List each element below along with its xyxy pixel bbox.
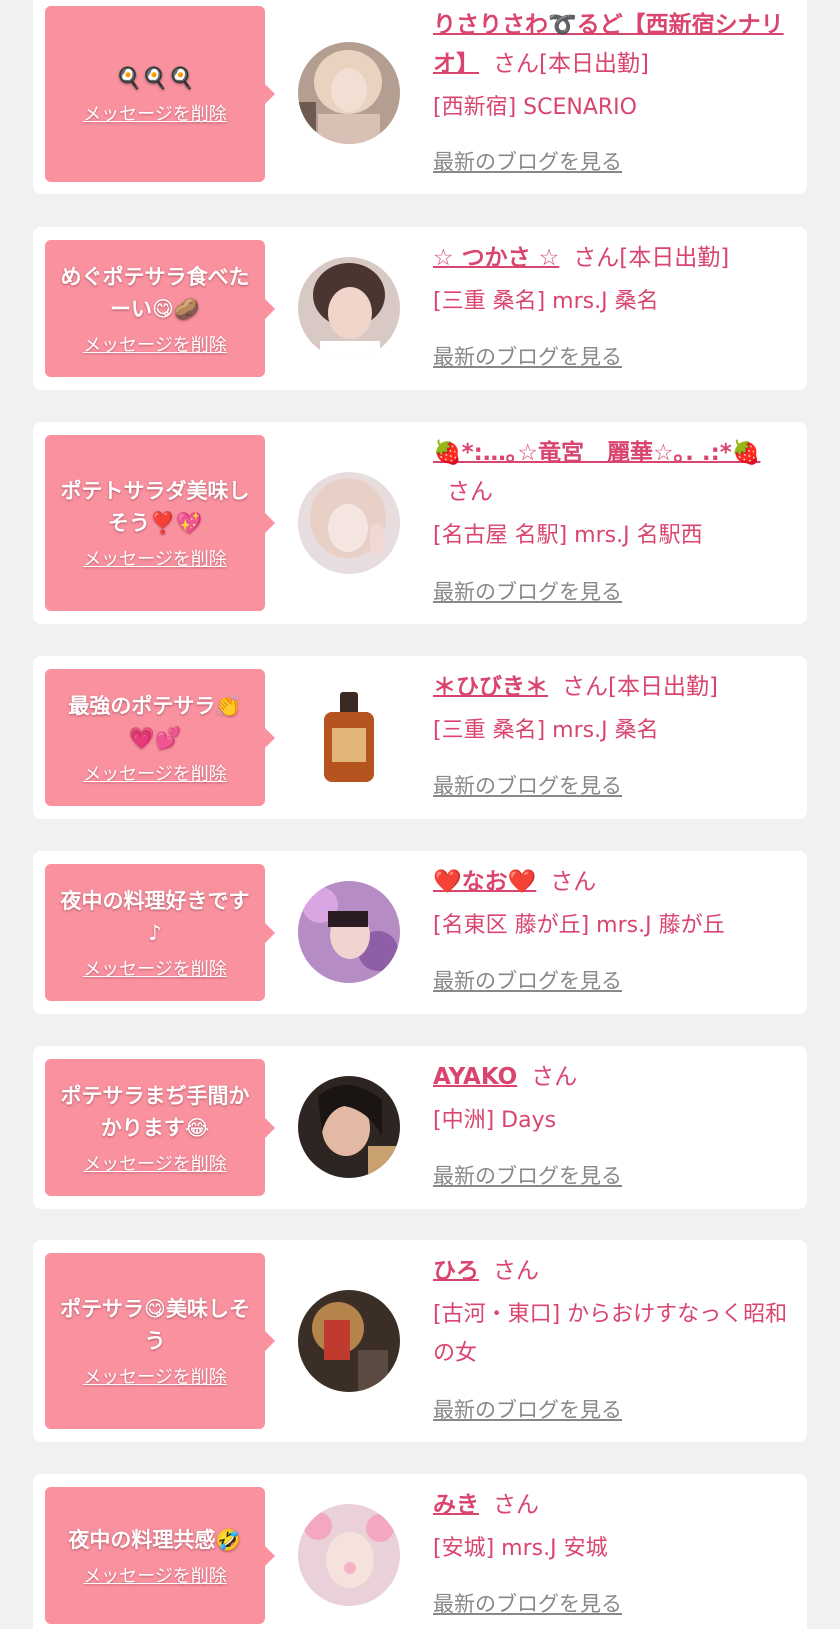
cast-name-link[interactable]: 🍓*:…｡☆竜宮 麗華☆｡. .:*🍓: [433, 440, 760, 466]
message-bubble: 最強のポテサラ👏💗💕 メッセージを削除: [45, 669, 275, 806]
cast-status: さん: [550, 869, 597, 895]
avatar-photo-peace-sign-woman-icon: [298, 472, 400, 574]
cast-info: ひろ さん [古河・東口] からおけすなっく昭和の女: [433, 1252, 795, 1373]
cast-status: さん[本日出勤]: [573, 245, 730, 271]
view-blog-link[interactable]: 最新のブログを見る: [433, 1162, 622, 1190]
cast-name-line: ひろ さん: [433, 1252, 795, 1291]
message-bubble: ポテサラ😋美味しそう メッセージを削除: [45, 1253, 275, 1429]
cast-name-link[interactable]: ❤️なお❤️: [433, 869, 536, 895]
cast-status: さん[本日出勤]: [493, 51, 649, 77]
avatar[interactable]: [298, 1504, 400, 1606]
shop-name: [西新宿] SCENARIO: [433, 95, 637, 120]
message-card: 夜中の料理好きです♪ メッセージを削除 ❤️なお❤️ さん [名東区 藤が丘] m…: [33, 851, 807, 1014]
message-bubble: 🍳🍳🍳 メッセージを削除: [45, 6, 275, 182]
avatar[interactable]: [298, 1076, 400, 1178]
view-blog-link[interactable]: 最新のブログを見る: [433, 578, 622, 606]
cast-info: AYAKO さん [中洲] Days: [433, 1058, 795, 1140]
message-bubble: めぐポテサラ食べたーい😋🥔 メッセージを削除: [45, 240, 275, 377]
message-list: 🍳🍳🍳 メッセージを削除 りさりさわ➰るど【西新宿シナリオ】 さん[本日出勤] […: [0, 0, 840, 1629]
avatar[interactable]: [298, 686, 400, 788]
shop-name: [中洲] Days: [433, 1108, 557, 1133]
cast-info: りさりさわ➰るど【西新宿シナリオ】 さん[本日出勤] [西新宿] SCENARIO: [433, 6, 795, 127]
cast-name-link[interactable]: みき: [433, 1492, 479, 1518]
message-text: 🍳🍳🍳: [115, 66, 195, 90]
avatar[interactable]: [298, 472, 400, 574]
message-text: 夜中の料理共感🤣: [68, 1527, 242, 1552]
cast-status: さん[本日出勤]: [562, 674, 718, 700]
message-card: ポテサラ😋美味しそう メッセージを削除 ひろ さん [古河・東口] からおけすなっ…: [33, 1240, 807, 1442]
delete-message-link[interactable]: メッセージを削除: [83, 764, 227, 786]
cast-status: さん: [447, 479, 493, 505]
delete-message-link[interactable]: メッセージを削除: [83, 335, 227, 357]
shop-name: [名古屋 名駅] mrs.J 名駅西: [433, 523, 703, 548]
delete-message-link[interactable]: メッセージを削除: [83, 104, 227, 126]
cast-name-line: 🍓*:…｡☆竜宮 麗華☆｡. .:*🍓 さん: [433, 434, 795, 512]
delete-message-link[interactable]: メッセージを削除: [83, 959, 227, 981]
cast-status: さん: [531, 1064, 578, 1090]
view-blog-link[interactable]: 最新のブログを見る: [433, 967, 622, 995]
message-text: ポテトサラダ美味しそう❣️💖: [60, 479, 250, 535]
avatar[interactable]: [298, 881, 400, 983]
avatar[interactable]: [298, 42, 400, 144]
message-bubble: ポテトサラダ美味しそう❣️💖 メッセージを削除: [45, 435, 275, 611]
message-card: 夜中の料理共感🤣 メッセージを削除 みき さん [安城] mrs.J 安城 最新の…: [33, 1474, 807, 1629]
cast-name-line: ☆ つかさ ☆ さん[本日出勤]: [433, 239, 795, 278]
cast-status: さん: [493, 1492, 539, 1518]
message-text: ポテサラ😋美味しそう: [60, 1297, 250, 1353]
message-text: 最強のポテサラ👏💗💕: [68, 693, 242, 750]
avatar-photo-bunny-filter-woman-icon: [298, 1504, 400, 1606]
message-card: 🍳🍳🍳 メッセージを削除 りさりさわ➰るど【西新宿シナリオ】 さん[本日出勤] […: [33, 0, 807, 194]
cast-name-link[interactable]: ＊ひびき＊: [433, 674, 548, 700]
message-text: 夜中の料理好きです♪: [60, 888, 250, 945]
message-card: めぐポテサラ食べたーい😋🥔 メッセージを削除 ☆ つかさ ☆ さん[本日出勤] […: [33, 227, 807, 390]
delete-message-link[interactable]: メッセージを削除: [83, 1154, 227, 1176]
avatar-photo-short-hair-woman-icon: [298, 257, 400, 359]
cast-name-line: みき さん: [433, 1486, 795, 1525]
shop-name: [古河・東口] からおけすなっく昭和の女: [433, 1302, 788, 1366]
avatar-photo-whisky-bottle-icon: [298, 686, 400, 788]
avatar-photo-flowers-woman-icon: [298, 881, 400, 983]
cast-name-line: ＊ひびき＊ さん[本日出勤]: [433, 668, 795, 707]
cast-name-link[interactable]: ☆ つかさ ☆: [433, 245, 559, 271]
shop-name: [安城] mrs.J 安城: [433, 1536, 608, 1561]
view-blog-link[interactable]: 最新のブログを見る: [433, 343, 622, 371]
avatar-photo-dark-hair-woman-icon: [298, 1076, 400, 1178]
message-text: ポテサラまぢ手間かかります😂: [60, 1083, 250, 1140]
cast-info: ☆ つかさ ☆ さん[本日出勤] [三重 桑名] mrs.J 桑名: [433, 239, 795, 321]
cast-name-line: りさりさわ➰るど【西新宿シナリオ】 さん[本日出勤]: [433, 6, 795, 84]
view-blog-link[interactable]: 最新のブログを見る: [433, 772, 622, 800]
view-blog-link[interactable]: 最新のブログを見る: [433, 1590, 622, 1618]
message-bubble: ポテサラまぢ手間かかります😂 メッセージを削除: [45, 1059, 275, 1196]
cast-info: ❤️なお❤️ さん [名東区 藤が丘] mrs.J 藤が丘: [433, 863, 795, 945]
cast-status: さん: [493, 1258, 539, 1284]
shop-name: [三重 桑名] mrs.J 桑名: [433, 289, 659, 314]
cast-name-line: ❤️なお❤️ さん: [433, 863, 795, 902]
message-card: ポテトサラダ美味しそう❣️💖 メッセージを削除 🍓*:…｡☆竜宮 麗華☆｡. .…: [33, 422, 807, 624]
cast-name-line: AYAKO さん: [433, 1058, 795, 1097]
message-bubble: 夜中の料理共感🤣 メッセージを削除: [45, 1487, 275, 1624]
view-blog-link[interactable]: 最新のブログを見る: [433, 148, 622, 176]
delete-message-link[interactable]: メッセージを削除: [83, 1566, 227, 1588]
cast-info: ＊ひびき＊ さん[本日出勤] [三重 桑名] mrs.J 桑名: [433, 668, 795, 750]
message-card: 最強のポテサラ👏💗💕 メッセージを削除 ＊ひびき＊ さん[本日出勤] [三重 桑名…: [33, 656, 807, 819]
cast-info: 🍓*:…｡☆竜宮 麗華☆｡. .:*🍓 さん [名古屋 名駅] mrs.J 名駅西: [433, 434, 795, 555]
shop-name: [名東区 藤が丘] mrs.J 藤が丘: [433, 913, 725, 938]
view-blog-link[interactable]: 最新のブログを見る: [433, 1396, 622, 1424]
shop-name: [三重 桑名] mrs.J 桑名: [433, 718, 659, 743]
message-bubble: 夜中の料理好きです♪ メッセージを削除: [45, 864, 275, 1001]
message-text: めぐポテサラ食べたーい😋🥔: [60, 264, 250, 321]
message-card: ポテサラまぢ手間かかります😂 メッセージを削除 AYAKO さん [中洲] Day…: [33, 1046, 807, 1209]
avatar[interactable]: [298, 257, 400, 359]
delete-message-link[interactable]: メッセージを削除: [83, 1367, 227, 1389]
avatar[interactable]: [298, 1290, 400, 1392]
cast-name-link[interactable]: AYAKO: [433, 1064, 517, 1090]
cast-name-link[interactable]: ひろ: [433, 1258, 479, 1284]
avatar-photo-bar-interior-icon: [298, 1290, 400, 1392]
avatar-photo-blonde-woman-icon: [298, 42, 400, 144]
delete-message-link[interactable]: メッセージを削除: [83, 549, 227, 571]
cast-info: みき さん [安城] mrs.J 安城: [433, 1486, 795, 1568]
